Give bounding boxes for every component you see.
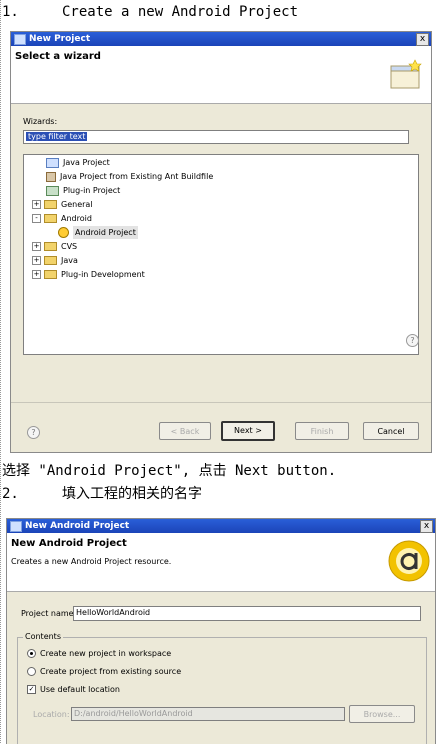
contents-group-label: Contents bbox=[23, 632, 63, 641]
tree-item-ant-project[interactable]: Java Project from Existing Ant Buildfile bbox=[46, 170, 213, 183]
expand-icon[interactable]: + bbox=[32, 270, 41, 279]
window-title: New Android Project bbox=[25, 521, 130, 531]
radio-selected-icon[interactable] bbox=[27, 649, 36, 658]
close-button[interactable]: x bbox=[416, 33, 429, 46]
location-input[interactable]: D:/android/HelloWorldAndroid bbox=[71, 707, 345, 721]
project-name-label: Project name: bbox=[21, 609, 77, 618]
wizards-label: Wizards: bbox=[23, 117, 58, 126]
tree-item-java[interactable]: + Java bbox=[32, 254, 78, 267]
wizard-filter-input[interactable]: type filter text bbox=[23, 130, 409, 144]
project-name-input[interactable]: HelloWorldAndroid bbox=[73, 606, 421, 621]
close-button[interactable]: x bbox=[420, 520, 433, 533]
tree-item-java-project[interactable]: Java Project bbox=[46, 156, 110, 169]
expand-icon[interactable]: + bbox=[32, 256, 41, 265]
wizard-tree[interactable]: Java Project Java Project from Existing … bbox=[23, 154, 419, 355]
description-help-icon[interactable]: ? bbox=[406, 334, 419, 347]
create-new-option[interactable]: Create new project in workspace bbox=[27, 649, 171, 658]
title-bar: New Android Project x bbox=[7, 519, 435, 533]
tree-item-android-project[interactable]: Android Project bbox=[58, 226, 138, 239]
use-default-location-checkbox[interactable]: ✓ Use default location bbox=[27, 685, 120, 694]
expand-icon[interactable]: + bbox=[32, 242, 41, 251]
new-android-project-dialog: New Android Project x New Android Projec… bbox=[6, 518, 436, 744]
tree-item-plugin-project[interactable]: Plug-in Project bbox=[46, 184, 120, 197]
browse-button[interactable]: Browse... bbox=[349, 705, 415, 723]
tree-item-plugin-development[interactable]: + Plug-in Development bbox=[32, 268, 145, 281]
wizard-icon bbox=[390, 59, 422, 89]
instruction-text: 选择 "Android Project", 点击 Next button. bbox=[2, 463, 337, 479]
plugin-project-icon bbox=[46, 185, 59, 196]
new-project-dialog: New Project x Select a wizard Wizards: t… bbox=[10, 31, 432, 453]
window-icon bbox=[14, 33, 26, 45]
title-bar: New Project x bbox=[11, 32, 431, 46]
folder-icon bbox=[44, 242, 57, 251]
ant-icon bbox=[46, 171, 56, 182]
location-label: Location: bbox=[33, 710, 70, 719]
java-project-icon bbox=[46, 157, 59, 168]
android-project-icon bbox=[58, 227, 69, 238]
tree-item-android[interactable]: - Android bbox=[32, 212, 92, 225]
window-icon bbox=[10, 520, 22, 532]
collapse-icon[interactable]: - bbox=[32, 214, 41, 223]
folder-icon bbox=[44, 270, 57, 279]
folder-icon bbox=[44, 200, 57, 209]
folder-icon bbox=[44, 214, 57, 223]
banner-title: New Android Project bbox=[11, 538, 127, 549]
expand-icon[interactable]: + bbox=[32, 200, 41, 209]
button-bar-divider bbox=[11, 402, 431, 403]
next-button[interactable]: Next > bbox=[221, 421, 275, 441]
banner-title: Select a wizard bbox=[15, 51, 101, 62]
window-title: New Project bbox=[29, 34, 91, 44]
cancel-button[interactable]: Cancel bbox=[363, 422, 419, 440]
help-icon[interactable]: ? bbox=[27, 426, 40, 439]
banner-subtitle: Creates a new Android Project resource. bbox=[11, 557, 172, 566]
wizard-banner: New Android Project Creates a new Androi… bbox=[7, 533, 435, 592]
create-from-existing-option[interactable]: Create project from existing source bbox=[27, 667, 181, 676]
tree-item-cvs[interactable]: + CVS bbox=[32, 240, 77, 253]
finish-button[interactable]: Finish bbox=[295, 422, 349, 440]
page-margin-guide bbox=[0, 0, 3, 743]
radio-unselected-icon[interactable] bbox=[27, 667, 36, 676]
step2-heading: 2. 填入工程的相关的名字 bbox=[2, 486, 202, 502]
folder-icon bbox=[44, 256, 57, 265]
android-logo-icon bbox=[388, 540, 430, 582]
wizard-banner: Select a wizard bbox=[11, 46, 431, 104]
back-button[interactable]: < Back bbox=[159, 422, 211, 440]
step1-heading: 1. Create a new Android Project bbox=[2, 4, 299, 20]
checkmark-icon[interactable]: ✓ bbox=[27, 685, 36, 694]
tree-item-general[interactable]: + General bbox=[32, 198, 93, 211]
